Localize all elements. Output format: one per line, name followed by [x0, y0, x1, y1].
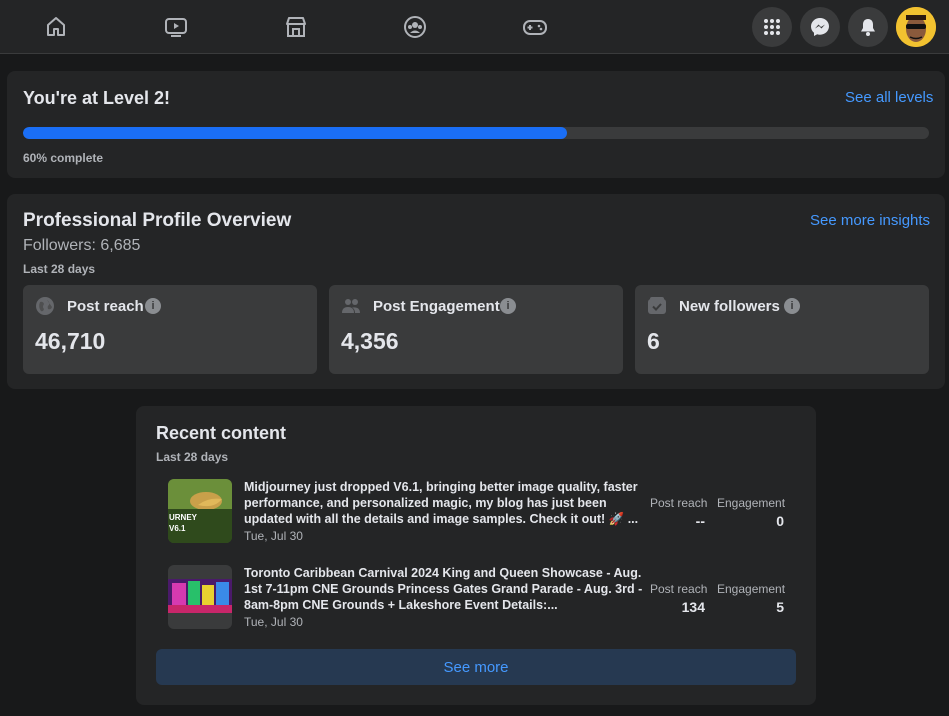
stat-post-reach[interactable]: Post reach i 46,710: [23, 285, 317, 374]
recent-content-card: Recent content Last 28 days URNEY V6.1 M…: [136, 406, 816, 705]
info-icon[interactable]: i: [500, 298, 516, 314]
info-icon[interactable]: i: [784, 298, 800, 314]
gaming-icon[interactable]: [515, 7, 555, 47]
top-navigation: [0, 0, 949, 54]
progress-text: 60% complete: [23, 151, 104, 165]
post-reach-label: Post reach: [650, 496, 708, 510]
stat-value: 4,356: [341, 328, 399, 354]
post-text: Midjourney just dropped V6.1, bringing b…: [244, 480, 639, 526]
recent-period: Last 28 days: [156, 450, 229, 464]
menu-grid-icon[interactable]: [752, 7, 792, 47]
globe-icon: [35, 296, 55, 316]
recent-title: Recent content: [156, 423, 287, 443]
level-progress-bar: [23, 127, 929, 139]
post-date: Tue, Jul 30: [244, 615, 303, 629]
profile-overview-card: Professional Profile Overview See more i…: [7, 194, 945, 389]
engagement-value: 5: [776, 599, 784, 615]
post-text: Toronto Caribbean Carnival 2024 King and…: [244, 566, 643, 612]
post-reach-value: 134: [681, 599, 705, 615]
follower-check-icon: [647, 296, 667, 316]
see-more-button[interactable]: See more: [156, 649, 796, 685]
level-card: You're at Level 2! See all levels 60% co…: [7, 71, 945, 178]
post-item[interactable]: URNEY V6.1 Midjourney just dropped V6.1,…: [168, 479, 788, 545]
overview-title: Professional Profile Overview: [23, 210, 292, 231]
see-all-levels-link[interactable]: See all levels: [845, 89, 933, 106]
post-thumbnail[interactable]: URNEY V6.1: [168, 479, 232, 543]
avatar[interactable]: [896, 7, 936, 47]
thumbnail-text: URNEY V6.1: [169, 513, 197, 533]
stat-label: Post reach: [67, 298, 144, 315]
groups-icon[interactable]: [395, 7, 435, 47]
stat-label: New followers: [679, 298, 780, 315]
messenger-icon[interactable]: [800, 7, 840, 47]
stat-value: 46,710: [35, 328, 106, 354]
post-reach-label: Post reach: [650, 582, 708, 596]
level-title: You're at Level 2!: [23, 88, 170, 108]
watch-icon[interactable]: [156, 7, 196, 47]
see-more-insights-link[interactable]: See more insights: [810, 212, 930, 229]
followers-count: Followers: 6,685: [23, 237, 141, 254]
notifications-icon[interactable]: [848, 7, 888, 47]
stat-new-followers[interactable]: New followers i 6: [635, 285, 929, 374]
info-icon[interactable]: i: [145, 298, 161, 314]
overview-period: Last 28 days: [23, 262, 96, 276]
post-thumbnail[interactable]: [168, 565, 232, 629]
post-date: Tue, Jul 30: [244, 529, 303, 543]
engagement-label: Engagement: [717, 582, 786, 596]
post-item[interactable]: Toronto Caribbean Carnival 2024 King and…: [168, 565, 788, 631]
marketplace-icon[interactable]: [276, 7, 316, 47]
engagement-value: 0: [776, 513, 784, 529]
home-icon[interactable]: [36, 7, 76, 47]
stat-post-engagement[interactable]: Post Engagement i 4,356: [329, 285, 623, 374]
engagement-label: Engagement: [717, 496, 786, 510]
people-icon: [341, 296, 361, 316]
level-progress-fill: [23, 127, 567, 139]
stat-value: 6: [647, 328, 660, 354]
post-reach-value: --: [695, 513, 705, 529]
stat-label: Post Engagement: [373, 298, 500, 315]
